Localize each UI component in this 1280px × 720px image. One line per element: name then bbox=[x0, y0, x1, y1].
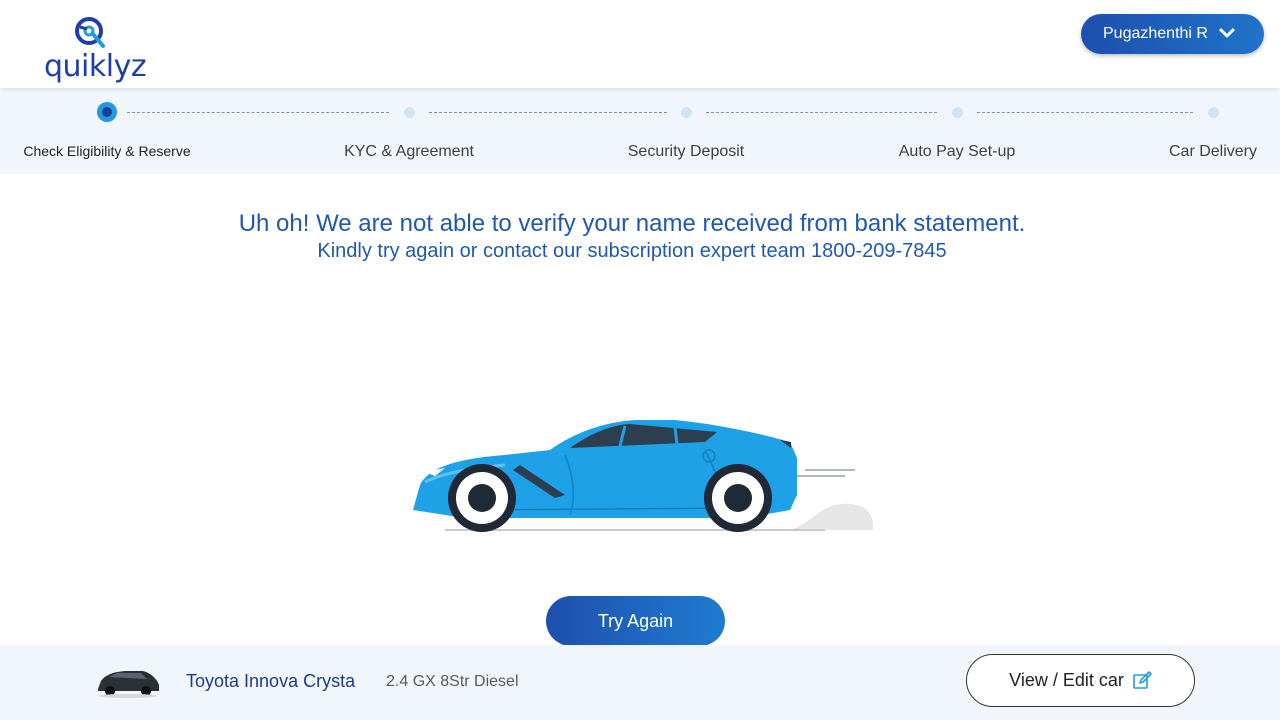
progress-stepper: Check Eligibility & Reserve KYC & Agreem… bbox=[0, 88, 1280, 174]
step-label-auto-pay: Auto Pay Set-up bbox=[898, 143, 1016, 160]
quiklyz-logo[interactable]: quiklyz bbox=[42, 16, 147, 84]
selected-car-bar: Toyota Innova Crysta 2.4 GX 8Str Diesel … bbox=[0, 645, 1280, 720]
step-label-check-eligibility: Check Eligibility & Reserve bbox=[23, 143, 191, 159]
step-label-kyc: KYC & Agreement bbox=[344, 143, 474, 160]
front-wheel bbox=[448, 464, 516, 532]
step-connector bbox=[127, 112, 389, 113]
error-title: Uh oh! We are not able to verify your na… bbox=[238, 210, 1026, 237]
top-header: quiklyz Pugazhenthi R bbox=[0, 0, 1280, 88]
step-dot-4 bbox=[952, 107, 963, 118]
edit-icon bbox=[1133, 670, 1152, 689]
car-thumbnail-image bbox=[98, 671, 159, 698]
step-label-car-delivery: Car Delivery bbox=[1168, 143, 1258, 160]
step-dot-2 bbox=[404, 107, 415, 118]
steering-wheel-icon bbox=[75, 17, 105, 48]
step-connector bbox=[429, 112, 667, 113]
view-edit-car-button[interactable]: View / Edit car bbox=[966, 654, 1195, 707]
car-variant: 2.4 GX 8Str Diesel bbox=[386, 673, 519, 690]
try-again-button[interactable]: Try Again bbox=[546, 596, 725, 646]
step-dot-5 bbox=[1208, 107, 1219, 118]
user-name: Pugazhenthi R bbox=[1103, 25, 1208, 42]
view-edit-car-label: View / Edit car bbox=[1009, 670, 1124, 690]
user-menu-button[interactable]: Pugazhenthi R bbox=[1081, 14, 1264, 54]
rear-wheel bbox=[704, 464, 772, 532]
car-name: Toyota Innova Crysta bbox=[186, 671, 356, 691]
step-connector bbox=[706, 112, 937, 113]
exhaust-smoke bbox=[785, 503, 874, 530]
step-connector bbox=[977, 112, 1193, 113]
sports-car-illustration bbox=[413, 420, 874, 532]
step-label-security-deposit: Security Deposit bbox=[627, 143, 745, 160]
error-subtitle: Kindly try again or contact our subscrip… bbox=[317, 240, 947, 262]
step-dot-1 bbox=[97, 102, 117, 122]
logo-text: quiklyz bbox=[44, 49, 147, 84]
chevron-down-icon bbox=[1219, 28, 1235, 38]
step-dot-3 bbox=[681, 107, 692, 118]
